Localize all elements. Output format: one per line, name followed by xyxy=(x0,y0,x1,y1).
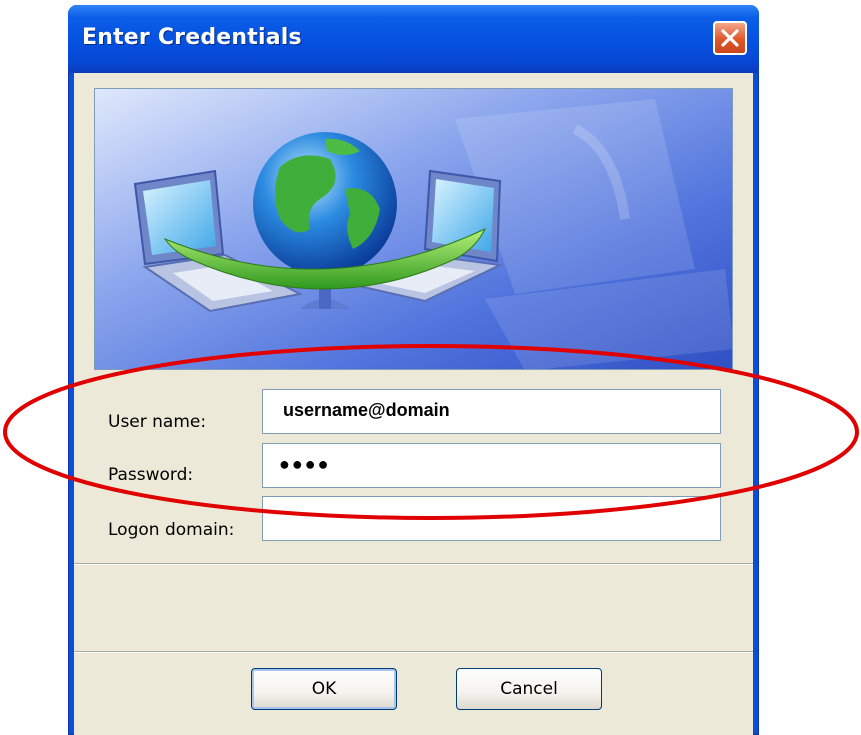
logon-domain-input[interactable] xyxy=(262,496,721,541)
user-name-label: User name: xyxy=(108,412,207,432)
credentials-dialog: Enter Credentials User name: username@do… xyxy=(68,5,759,735)
ok-button[interactable]: OK xyxy=(251,668,397,710)
cancel-button[interactable]: Cancel xyxy=(456,668,602,710)
close-button[interactable] xyxy=(713,21,747,55)
network-banner-image xyxy=(94,88,733,370)
separator-line xyxy=(74,651,753,653)
user-name-input[interactable]: username@domain xyxy=(262,389,721,434)
close-icon xyxy=(721,29,739,47)
dialog-body: User name: username@domain Password: ●●●… xyxy=(74,73,753,735)
dialog-title: Enter Credentials xyxy=(82,25,302,50)
logon-domain-label: Logon domain: xyxy=(108,520,235,540)
separator-line xyxy=(74,563,753,565)
title-bar[interactable]: Enter Credentials xyxy=(68,5,759,73)
password-input[interactable]: ●●●● xyxy=(262,443,721,488)
password-label: Password: xyxy=(108,465,194,485)
